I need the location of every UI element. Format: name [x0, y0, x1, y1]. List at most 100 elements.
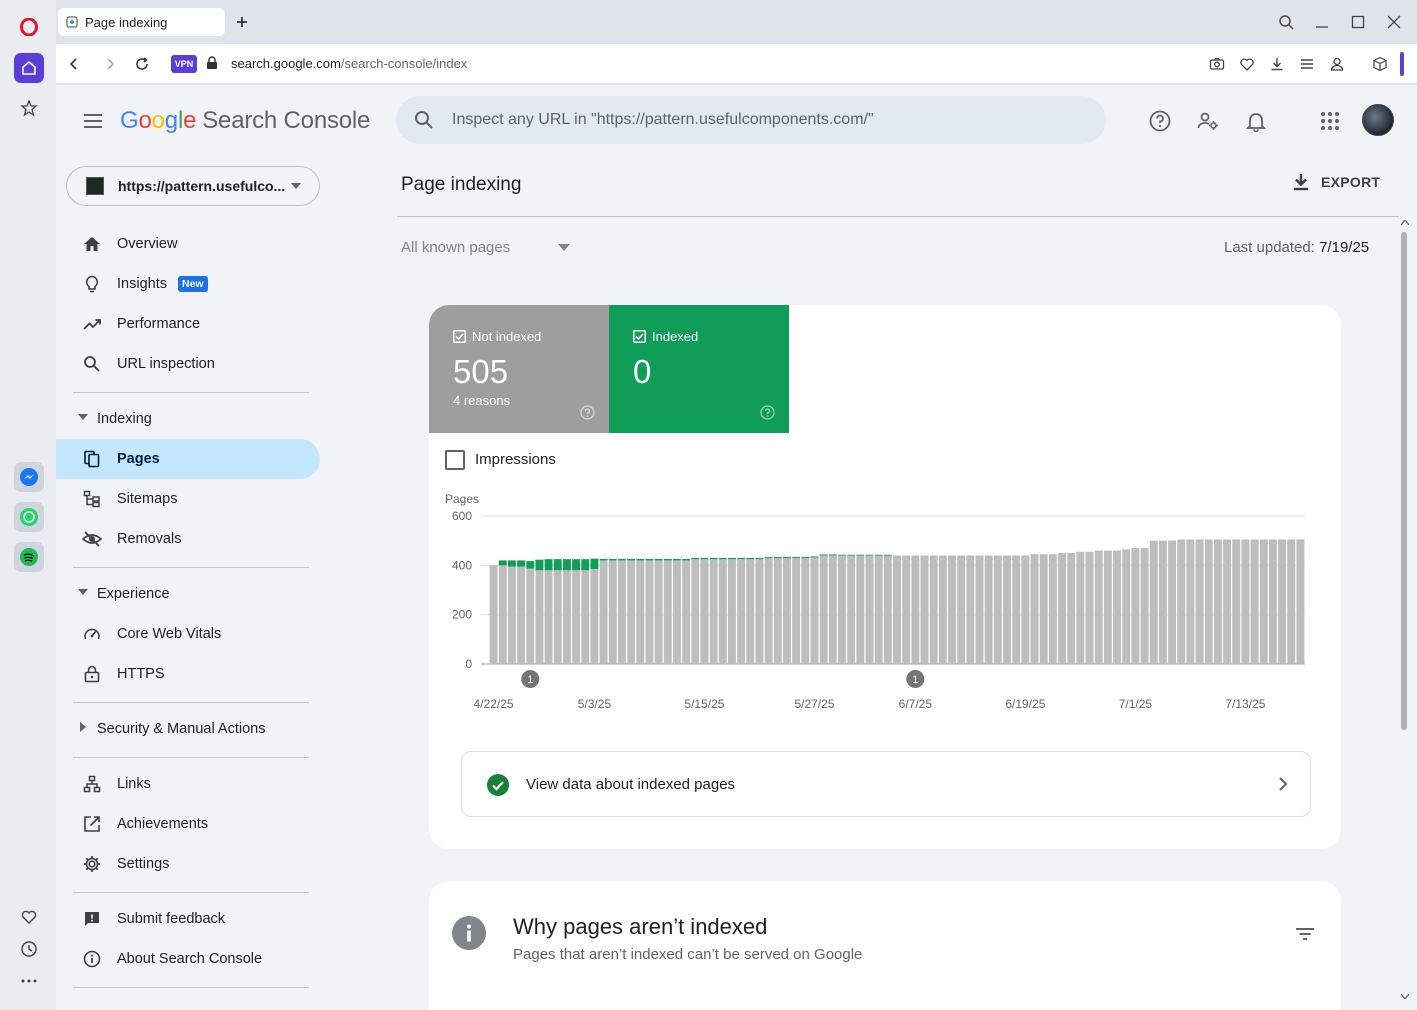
maximize-button[interactable] — [1348, 12, 1368, 32]
close-button[interactable] — [1384, 12, 1404, 32]
help-icon[interactable] — [580, 405, 595, 420]
chart-bar — [957, 555, 966, 664]
logo-letter: e — [183, 107, 197, 134]
new-badge: New — [178, 276, 208, 292]
y-tick-label: 400 — [452, 558, 472, 572]
menu-icon[interactable] — [82, 110, 104, 132]
chart-bar — [700, 557, 709, 560]
nav-label: Removals — [117, 531, 182, 547]
checkbox-checked-icon[interactable] — [453, 330, 466, 343]
section-experience[interactable]: Experience — [56, 576, 320, 612]
messenger-icon[interactable] — [14, 462, 44, 492]
view-indexed-pages-link[interactable]: View data about indexed pages — [461, 751, 1311, 817]
search-input[interactable] — [452, 106, 1072, 134]
property-selector[interactable]: https://pattern.usefulco... — [66, 166, 320, 206]
chart-bar — [810, 557, 819, 664]
download-icon[interactable] — [1268, 55, 1286, 73]
tab-bar: Page indexing — [56, 0, 1417, 44]
pages-filter-dropdown[interactable]: All known pages — [401, 239, 571, 256]
logo-letter: G — [120, 107, 139, 134]
chart-bar — [498, 560, 507, 566]
bookmark-heart-icon[interactable] — [1238, 55, 1256, 73]
spotify-icon[interactable] — [14, 542, 44, 572]
help-icon[interactable] — [760, 405, 775, 420]
chart-bar — [1076, 551, 1085, 664]
url-path: /search-console/index — [340, 56, 468, 71]
indexed-tile[interactable]: Indexed 0 — [609, 305, 789, 433]
not-indexed-tile[interactable]: Not indexed 505 4 reasons — [429, 305, 609, 433]
new-tab-button[interactable] — [232, 12, 252, 32]
more-icon[interactable] — [14, 966, 44, 996]
nav-submit-feedback[interactable]: Submit feedback — [56, 899, 320, 939]
impressions-checkbox[interactable] — [445, 450, 465, 470]
notifications-bell-icon[interactable] — [1243, 108, 1269, 134]
nav-insights[interactable]: Insights New — [56, 264, 320, 304]
minimize-button[interactable] — [1312, 12, 1332, 32]
heart-icon[interactable] — [14, 902, 44, 932]
scroll-down-icon[interactable] — [1401, 994, 1409, 999]
x-tick-label: 7/1/25 — [1119, 697, 1153, 711]
nav-overview[interactable]: Overview — [56, 224, 320, 264]
home-icon[interactable] — [14, 53, 44, 83]
chart-bar — [572, 570, 581, 664]
chart-bar — [856, 555, 865, 664]
extensions-cube-icon[interactable] — [1371, 55, 1389, 73]
chart-bar — [737, 559, 746, 664]
search-console-logo[interactable]: Google Search Console — [120, 107, 370, 135]
nav-label: Links — [117, 776, 151, 792]
tab-search-icon[interactable] — [1276, 12, 1296, 32]
star-icon[interactable] — [14, 93, 44, 123]
tile-value: 505 — [453, 353, 509, 390]
nav-settings[interactable]: Settings — [56, 844, 320, 884]
section-security[interactable]: Security & Manual Actions — [56, 711, 320, 747]
nav-achievements[interactable]: Achievements — [56, 804, 320, 844]
scrollbar-thumb[interactable] — [1401, 232, 1407, 730]
profile-icon[interactable] — [1328, 55, 1346, 73]
nav-performance[interactable]: Performance — [56, 304, 320, 344]
help-icon[interactable] — [1147, 108, 1173, 134]
nav-pages[interactable]: Pages — [56, 439, 320, 479]
back-button[interactable] — [64, 54, 84, 74]
nav-sitemaps[interactable]: Sitemaps — [56, 479, 320, 519]
chart-bar — [975, 555, 984, 664]
chart-bar — [746, 557, 755, 560]
chart-bar — [966, 555, 975, 664]
whatsapp-icon[interactable] — [14, 502, 44, 532]
avatar[interactable] — [1362, 104, 1394, 136]
pages-icon — [82, 449, 102, 469]
url-inspection-search[interactable] — [396, 96, 1106, 144]
history-icon[interactable] — [14, 934, 44, 964]
opera-logo-icon[interactable] — [14, 12, 44, 42]
easy-setup-icon[interactable] — [1298, 55, 1316, 73]
nav-label: URL inspection — [117, 356, 215, 372]
url-field[interactable]: search.google.com/search-console/index — [231, 56, 467, 71]
chart-bar — [1195, 539, 1204, 664]
chart-bar — [856, 554, 865, 556]
nav-label: Insights — [117, 276, 167, 292]
chevron-down-icon — [291, 183, 301, 189]
nav-links[interactable]: Links — [56, 764, 320, 804]
manage-users-icon[interactable] — [1195, 108, 1221, 134]
nav-url-inspection[interactable]: URL inspection — [56, 344, 320, 384]
section-indexing[interactable]: Indexing — [56, 401, 320, 437]
apps-grid-icon[interactable] — [1317, 108, 1343, 134]
scroll-up-icon[interactable] — [1401, 220, 1409, 225]
chart-bar — [507, 560, 516, 567]
lock-icon[interactable] — [206, 56, 218, 70]
checkbox-checked-icon[interactable] — [633, 330, 646, 343]
camera-icon[interactable] — [1208, 55, 1226, 73]
nav-removals[interactable]: Removals — [56, 519, 320, 559]
nav-https[interactable]: HTTPS — [56, 654, 320, 694]
chart-bar — [617, 560, 626, 664]
chart-bar — [1259, 539, 1268, 664]
nav-core-web-vitals[interactable]: Core Web Vitals — [56, 614, 320, 654]
x-tick-label: 5/15/25 — [684, 697, 724, 711]
filter-icon[interactable] — [1295, 927, 1315, 941]
forward-button[interactable] — [100, 54, 120, 74]
reload-button[interactable] — [132, 54, 152, 74]
nav-about[interactable]: About Search Console — [56, 939, 320, 979]
export-button[interactable]: EXPORT — [1293, 173, 1380, 191]
nav-label: Pages — [117, 451, 160, 467]
vpn-badge[interactable]: VPN — [171, 55, 197, 73]
browser-tab[interactable]: Page indexing — [58, 8, 225, 36]
